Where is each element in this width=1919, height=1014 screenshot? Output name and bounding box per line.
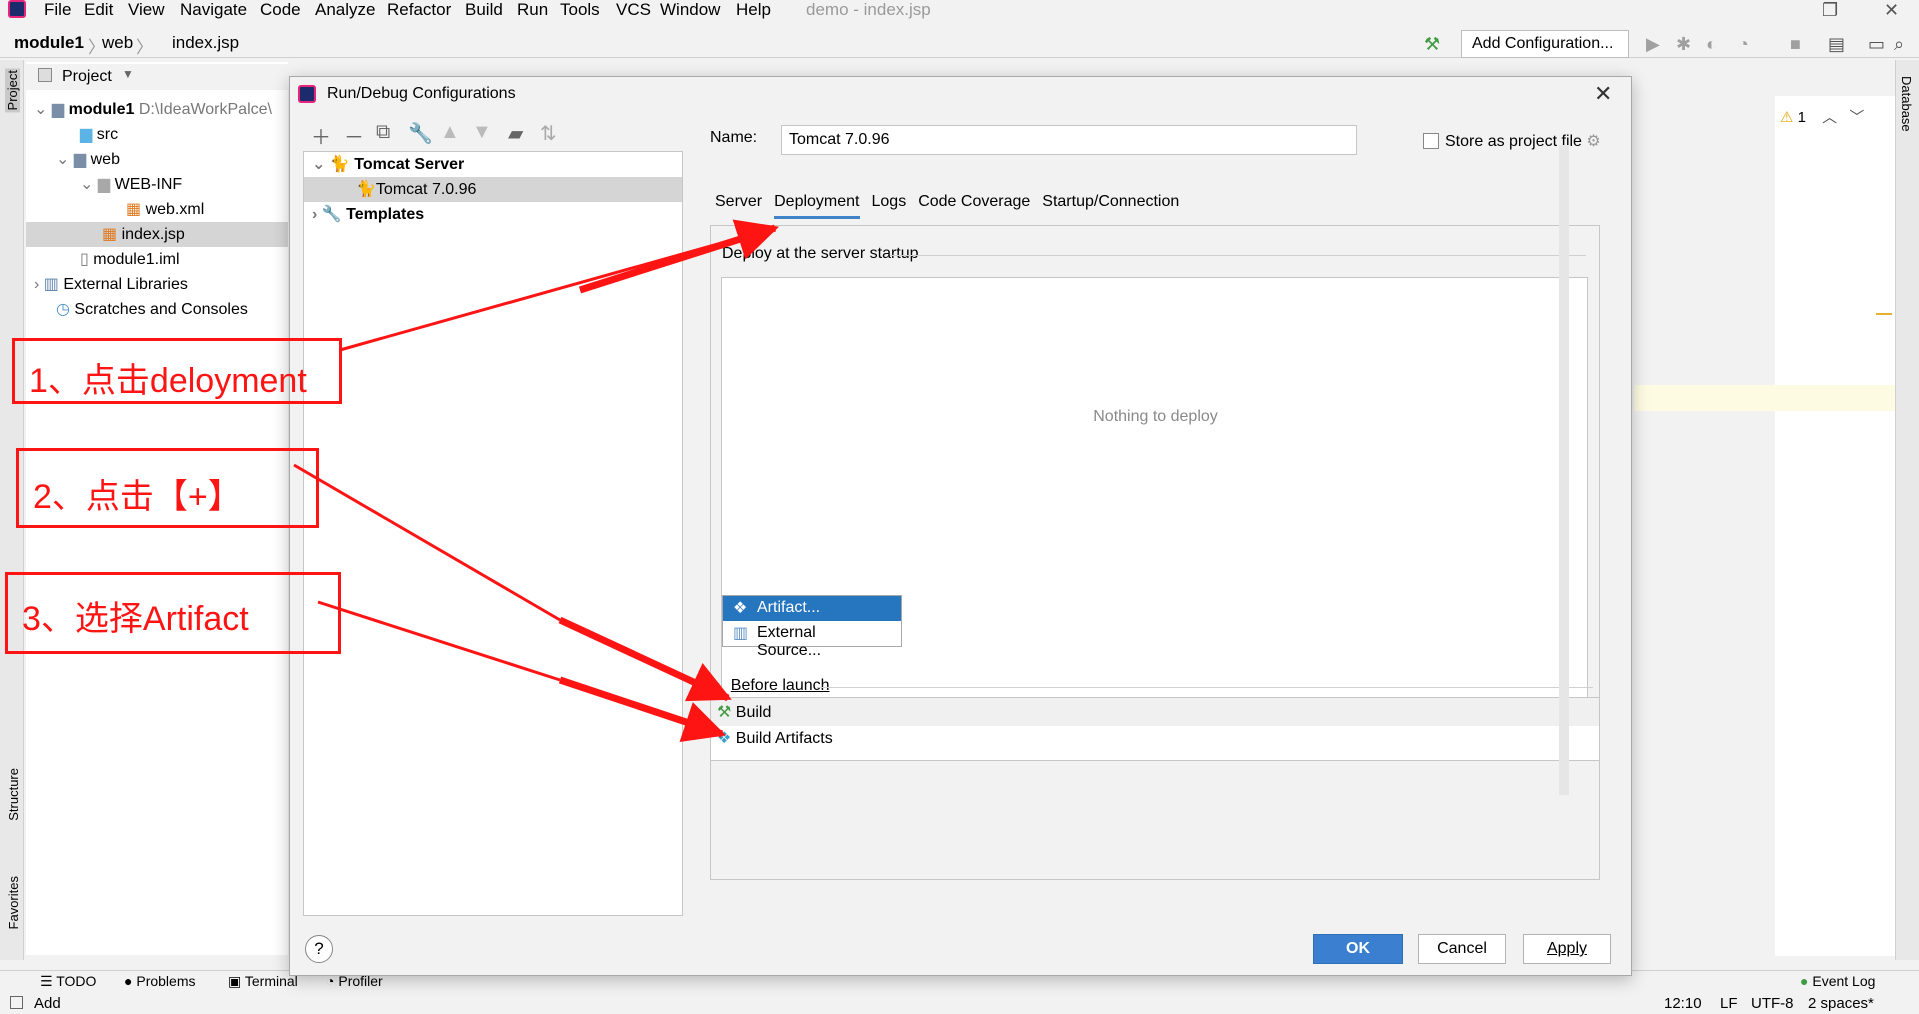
annotation-arrows bbox=[293, 219, 780, 742]
arrow-to-add-button bbox=[293, 463, 561, 622]
arrow-to-artifact-head bbox=[558, 676, 726, 742]
arrow-to-deployment-tab-head bbox=[578, 219, 780, 294]
arrow-to-artifact bbox=[317, 600, 561, 682]
